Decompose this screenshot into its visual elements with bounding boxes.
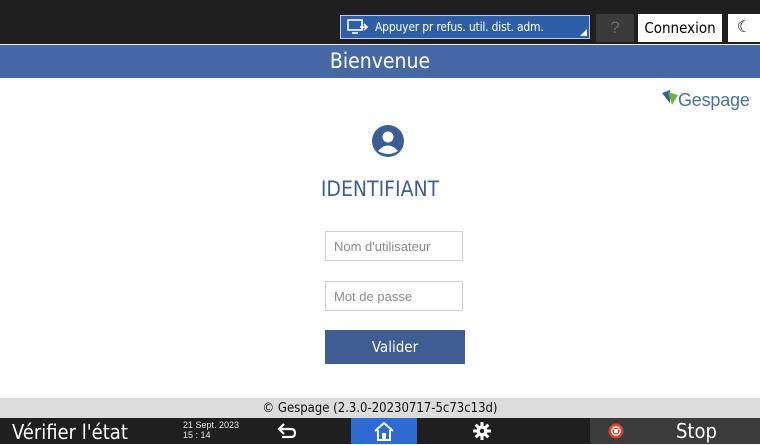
remote-reject-label: Appuyer pr refus. util. dist. adm. bbox=[375, 20, 544, 34]
check-status-button[interactable]: Vérifier l'état bbox=[12, 420, 128, 444]
login-button[interactable]: Connexion bbox=[638, 14, 722, 42]
remote-screen-icon bbox=[347, 19, 369, 38]
home-icon bbox=[374, 422, 394, 441]
page-title: Bienvenue bbox=[0, 45, 760, 78]
logo-mark-icon bbox=[662, 90, 678, 105]
stop-icon bbox=[608, 423, 624, 444]
stop-label: Stop bbox=[676, 419, 717, 443]
home-button[interactable] bbox=[351, 418, 417, 444]
back-arrow-icon[interactable] bbox=[276, 422, 298, 445]
bottom-nav-bar: Vérifier l'état 21 Sept. 2023 15 : 14 St… bbox=[0, 418, 760, 444]
password-field[interactable] bbox=[325, 281, 463, 311]
help-button[interactable]: ? bbox=[596, 14, 634, 42]
gear-icon[interactable] bbox=[473, 422, 491, 445]
stop-button[interactable]: Stop bbox=[590, 418, 760, 444]
time-text: 15 : 14 bbox=[183, 430, 211, 440]
logo-text: Gespage bbox=[678, 90, 750, 110]
user-circle-icon bbox=[371, 124, 405, 163]
username-field[interactable] bbox=[325, 231, 463, 261]
form-title: IDENTIFIANT bbox=[320, 177, 440, 201]
date-time-display: 21 Sept. 2023 15 : 14 bbox=[183, 420, 239, 440]
remote-reject-button[interactable]: Appuyer pr refus. util. dist. adm. bbox=[340, 15, 590, 39]
submit-button[interactable]: Valider bbox=[325, 330, 465, 364]
copyright-footer: © Gespage (2.3.0-20230717-5c73c13d) bbox=[0, 398, 760, 418]
corner-marker bbox=[580, 29, 587, 36]
top-status-bar: Appuyer pr refus. util. dist. adm. ? Con… bbox=[0, 0, 760, 45]
moon-icon[interactable]: ☾ bbox=[728, 14, 760, 42]
date-text: 21 Sept. 2023 bbox=[183, 420, 240, 430]
